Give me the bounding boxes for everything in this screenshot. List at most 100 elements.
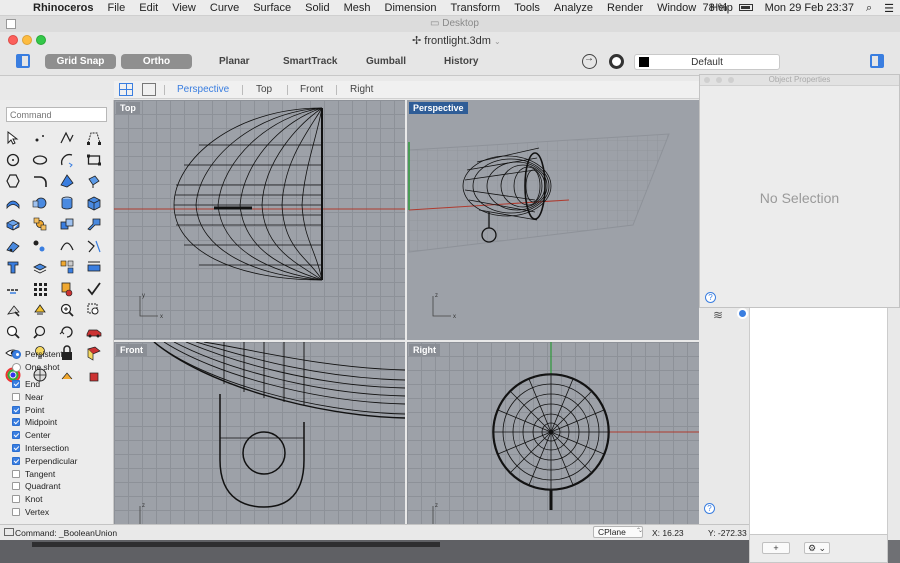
menu-edit[interactable]: Edit bbox=[132, 2, 165, 14]
rectangle-icon[interactable] bbox=[84, 151, 104, 169]
spotlight-icon[interactable]: ⌕ bbox=[860, 2, 878, 15]
mesh-icon[interactable] bbox=[3, 215, 23, 233]
smarttrack-button[interactable]: SmartTrack bbox=[283, 56, 337, 67]
checkbox[interactable] bbox=[12, 495, 20, 504]
menu-render[interactable]: Render bbox=[600, 2, 650, 14]
dimension-icon[interactable] bbox=[84, 258, 104, 276]
menu-solid[interactable]: Solid bbox=[298, 2, 336, 14]
planar-button[interactable]: Planar bbox=[219, 56, 250, 67]
close-window-button[interactable] bbox=[8, 35, 18, 45]
osnap-mode-persistent[interactable]: Persistent bbox=[12, 348, 112, 361]
rotate-view-icon[interactable] bbox=[57, 323, 77, 341]
toggle-right-sidebar-icon[interactable] bbox=[870, 54, 884, 68]
desktop-close-icon[interactable] bbox=[6, 19, 16, 29]
battery-status[interactable]: 78 % bbox=[691, 2, 759, 14]
layers-list[interactable] bbox=[749, 308, 888, 534]
ortho-button[interactable]: Ortho bbox=[121, 54, 192, 69]
toggle-left-sidebar-icon[interactable] bbox=[16, 54, 30, 68]
viewport-title-perspective[interactable]: Perspective bbox=[409, 102, 468, 114]
tab-right[interactable]: Right bbox=[350, 84, 373, 95]
menu-file[interactable]: File bbox=[101, 2, 133, 14]
osnap-tangent[interactable]: Tangent bbox=[12, 467, 112, 480]
checkbox[interactable] bbox=[12, 456, 20, 465]
circle-tool-icon[interactable] bbox=[3, 151, 23, 169]
checkbox[interactable] bbox=[12, 431, 20, 440]
cylinder-icon[interactable] bbox=[57, 194, 77, 212]
osnap-point[interactable]: Point bbox=[12, 403, 112, 416]
curve-cv-icon[interactable] bbox=[84, 129, 104, 147]
drafting-icon[interactable] bbox=[3, 301, 23, 319]
add-layer-button[interactable]: + bbox=[762, 542, 790, 554]
menu-tools[interactable]: Tools bbox=[507, 2, 547, 14]
layer-options-gear-icon[interactable]: ⚙ ⌄ bbox=[804, 542, 830, 554]
boolean-icon[interactable] bbox=[57, 215, 77, 233]
osnap-quadrant[interactable]: Quadrant bbox=[12, 480, 112, 493]
zoom-window-icon[interactable] bbox=[84, 301, 104, 319]
tab-front[interactable]: Front bbox=[300, 84, 323, 95]
viewport-perspective[interactable]: z x Perspective bbox=[407, 100, 699, 340]
minimize-window-button[interactable] bbox=[22, 35, 32, 45]
checkbox[interactable] bbox=[12, 418, 20, 427]
surface-corner-icon[interactable] bbox=[57, 172, 77, 190]
viewport-title-right[interactable]: Right bbox=[409, 344, 440, 356]
text-object-icon[interactable] bbox=[3, 258, 23, 276]
annotation-icon[interactable] bbox=[3, 280, 23, 298]
menu-app-name[interactable]: Rhinoceros bbox=[26, 2, 101, 14]
box-icon[interactable] bbox=[84, 194, 104, 212]
osnap-end[interactable]: End bbox=[12, 378, 112, 391]
material-icon[interactable] bbox=[609, 54, 624, 69]
notification-center-icon[interactable]: ☰ bbox=[878, 2, 900, 15]
polyline-icon[interactable] bbox=[57, 129, 77, 147]
menu-view[interactable]: View bbox=[165, 2, 203, 14]
arc-icon[interactable] bbox=[57, 151, 77, 169]
help-icon[interactable]: ? bbox=[705, 292, 716, 303]
layers-icon[interactable]: ≋ bbox=[713, 308, 723, 322]
tab-perspective[interactable]: Perspective bbox=[177, 84, 229, 95]
osnap-knot[interactable]: Knot bbox=[12, 493, 112, 506]
clock[interactable]: Mon 29 Feb 23:37 bbox=[759, 2, 860, 14]
four-viewport-layout-icon[interactable] bbox=[119, 83, 133, 96]
history-button[interactable]: History bbox=[444, 56, 478, 67]
viewport-right[interactable]: z y Right bbox=[407, 342, 699, 552]
split-icon[interactable] bbox=[84, 237, 104, 255]
menu-curve[interactable]: Curve bbox=[203, 2, 246, 14]
viewport-top[interactable]: y x Top bbox=[114, 100, 405, 340]
menu-dimension[interactable]: Dimension bbox=[378, 2, 444, 14]
menu-mesh[interactable]: Mesh bbox=[337, 2, 378, 14]
checkbox[interactable] bbox=[12, 405, 20, 414]
light-icon[interactable] bbox=[30, 301, 50, 319]
layer-stack-icon[interactable] bbox=[30, 258, 50, 276]
extrude-surface-icon[interactable] bbox=[84, 172, 104, 190]
properties-tab-icon[interactable] bbox=[737, 308, 748, 319]
grid-snap-button[interactable]: Grid Snap bbox=[45, 54, 116, 69]
curve-edit-icon[interactable] bbox=[57, 237, 77, 255]
zoom-icon[interactable] bbox=[57, 301, 77, 319]
current-layer-selector[interactable]: Default bbox=[634, 54, 780, 70]
render-icon[interactable] bbox=[57, 280, 77, 298]
edit-points-icon[interactable] bbox=[3, 237, 23, 255]
radio-button[interactable] bbox=[12, 362, 21, 372]
checkbox[interactable] bbox=[12, 392, 20, 401]
select-arrow-icon[interactable] bbox=[3, 129, 23, 147]
radio-button[interactable] bbox=[12, 349, 21, 359]
solid-edit-icon[interactable] bbox=[84, 215, 104, 233]
tab-top[interactable]: Top bbox=[256, 84, 272, 95]
gear-transform-icon[interactable] bbox=[30, 215, 50, 233]
single-viewport-layout-icon[interactable] bbox=[142, 83, 156, 96]
checkbox[interactable] bbox=[12, 443, 20, 452]
checkbox[interactable] bbox=[12, 379, 20, 388]
osnap-perpendicular[interactable]: Perpendicular bbox=[12, 454, 112, 467]
polygon-icon[interactable] bbox=[3, 172, 23, 190]
search-icon[interactable] bbox=[30, 323, 50, 341]
car-icon[interactable] bbox=[84, 323, 104, 341]
menu-surface[interactable]: Surface bbox=[246, 2, 298, 14]
cplane-selector[interactable]: CPlane bbox=[593, 526, 643, 538]
checkbox[interactable] bbox=[12, 482, 20, 491]
group-icon[interactable] bbox=[57, 258, 77, 276]
osnap-midpoint[interactable]: Midpoint bbox=[12, 416, 112, 429]
grid-array-icon[interactable] bbox=[30, 280, 50, 298]
checkbox[interactable] bbox=[12, 507, 20, 516]
sphere-icon[interactable] bbox=[30, 194, 50, 212]
layer-navigation-icon[interactable] bbox=[582, 53, 597, 69]
point-icon[interactable] bbox=[30, 129, 50, 147]
